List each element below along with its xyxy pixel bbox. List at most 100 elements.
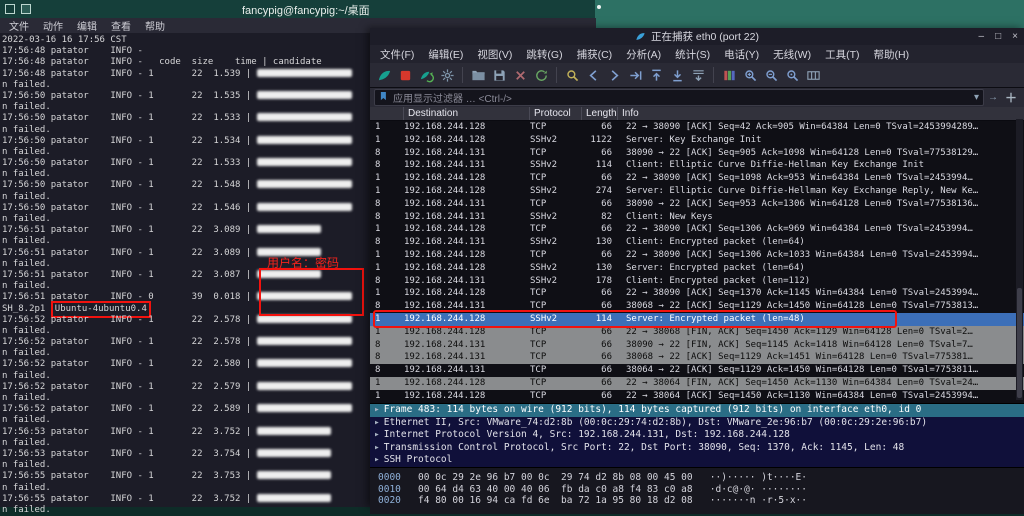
wireshark-toolbar (370, 63, 1024, 88)
detail-line[interactable]: ▸Ethernet II, Src: VMware_74:d2:8b (00:0… (370, 417, 1024, 430)
expand-arrow-icon[interactable]: ▸ (374, 454, 380, 465)
open-file-icon[interactable] (469, 66, 487, 84)
capture-restart-icon[interactable] (417, 66, 435, 84)
terminal-menu-item[interactable]: 帮助 (145, 18, 165, 33)
bookmark-icon[interactable] (379, 90, 389, 105)
packet-list-scrollbar[interactable] (1016, 119, 1023, 400)
packet-row[interactable]: 8192.168.244.131SSHv282Client: New Keys (370, 211, 1024, 224)
detail-line[interactable]: ▸Internet Protocol Version 4, Src: 192.1… (370, 429, 1024, 442)
menu-item[interactable]: 工具(T) (818, 47, 866, 62)
scrollbar-thumb[interactable] (1017, 288, 1022, 398)
menu-item[interactable]: 文件(F) (373, 47, 421, 62)
reload-icon[interactable] (532, 66, 550, 84)
menu-item[interactable]: 统计(S) (668, 47, 717, 62)
packet-row[interactable]: 1192.168.244.128TCP6622 → 38064 [FIN, AC… (370, 377, 1024, 390)
packet-row[interactable]: 1192.168.244.128TCP6622 → 38090 [ACK] Se… (370, 249, 1024, 262)
packet-row[interactable]: 8192.168.244.131TCP6638068 → 22 [ACK] Se… (370, 351, 1024, 364)
go-last-icon[interactable] (668, 66, 686, 84)
display-filter-input[interactable]: 应用显示过滤器 … <Ctrl-/> ▾ (374, 89, 984, 106)
toolbar-separator (462, 67, 463, 83)
expand-arrow-icon[interactable]: ▸ (374, 429, 380, 440)
packet-row[interactable]: 8192.168.244.131SSHv2114Client: Elliptic… (370, 159, 1024, 172)
expand-arrow-icon[interactable]: ▸ (374, 404, 380, 415)
redacted-candidate (257, 136, 352, 144)
menu-item[interactable]: 电话(Y) (717, 47, 766, 62)
packet-row[interactable]: 8192.168.244.131SSHv2178Client: Encrypte… (370, 275, 1024, 288)
redacted-candidate (257, 180, 352, 188)
maximize-button[interactable]: □ (995, 31, 1001, 42)
filter-dropdown-icon[interactable]: ▾ (974, 92, 979, 103)
column-header-Protocol[interactable]: Protocol (530, 107, 582, 120)
packet-row[interactable]: 8192.168.244.131SSHv2130Client: Encrypte… (370, 236, 1024, 249)
filter-add-button[interactable]: ＋ (1002, 89, 1020, 106)
close-button[interactable]: × (1012, 31, 1018, 42)
packet-row[interactable]: 8192.168.244.131TCP6638090 → 22 [ACK] Se… (370, 198, 1024, 211)
wireshark-title-text: 正在捕获 eth0 (port 22) (651, 29, 759, 44)
detail-line[interactable]: ▸Transmission Control Protocol, Src Port… (370, 442, 1024, 455)
packet-row[interactable]: 1192.168.244.128SSHv21122Server: Key Exc… (370, 134, 1024, 147)
go-first-icon[interactable] (647, 66, 665, 84)
terminal-menu-item[interactable]: 动作 (43, 18, 63, 33)
colorize-icon[interactable] (720, 66, 738, 84)
wireshark-window[interactable]: 正在捕获 eth0 (port 22) –□ × 文件(F)编辑(E)视图(V)跳… (370, 28, 1024, 507)
menu-item[interactable]: 分析(A) (619, 47, 668, 62)
detail-line[interactable]: ▸SSH Protocol (370, 454, 1024, 467)
capture-options-icon[interactable] (438, 66, 456, 84)
terminal-menu-item[interactable]: 查看 (111, 18, 131, 33)
wireshark-titlebar[interactable]: 正在捕获 eth0 (port 22) –□ × (370, 28, 1024, 45)
packet-row[interactable]: 1192.168.244.128SSHv2274Server: Elliptic… (370, 185, 1024, 198)
packet-row[interactable]: 1192.168.244.128TCP6622 → 38090 [ACK] Se… (370, 287, 1024, 300)
packet-row[interactable]: 1192.168.244.128TCP6622 → 38090 [ACK] Se… (370, 121, 1024, 134)
resize-columns-icon[interactable] (804, 66, 822, 84)
toolbar-separator (713, 67, 714, 83)
zoom-reset-icon[interactable] (783, 66, 801, 84)
packet-row[interactable]: 1192.168.244.128TCP6622 → 38064 [ACK] Se… (370, 390, 1024, 403)
packet-row[interactable]: 1192.168.244.128TCP6622 → 38090 [ACK] Se… (370, 223, 1024, 236)
column-header-hidden[interactable] (370, 107, 404, 120)
auto-scroll-icon[interactable] (689, 66, 707, 84)
column-header-Destination[interactable]: Destination (404, 107, 530, 120)
menu-item[interactable]: 帮助(H) (867, 47, 917, 62)
zoom-out-icon[interactable] (762, 66, 780, 84)
menu-item[interactable]: 视图(V) (470, 47, 519, 62)
terminal-menu-item[interactable]: 文件 (9, 18, 29, 33)
minimize-button[interactable]: – (979, 31, 985, 42)
column-header-Length[interactable]: Length (582, 107, 618, 120)
wireshark-menubar: 文件(F)编辑(E)视图(V)跳转(G)捕获(C)分析(A)统计(S)电话(Y)… (370, 45, 1024, 63)
redacted-candidate (257, 471, 331, 479)
save-file-icon[interactable] (490, 66, 508, 84)
packet-row[interactable]: 8192.168.244.131TCP6638064 → 22 [ACK] Se… (370, 364, 1024, 377)
menu-item[interactable]: 无线(W) (766, 47, 818, 62)
zoom-in-icon[interactable] (741, 66, 759, 84)
packet-row[interactable]: 1192.168.244.128TCP6622 → 38090 [ACK] Se… (370, 172, 1024, 185)
capture-start-icon[interactable] (375, 66, 393, 84)
menu-item[interactable]: 捕获(C) (570, 47, 620, 62)
close-capture-icon[interactable] (511, 66, 529, 84)
filter-apply-icon[interactable]: → (988, 92, 998, 103)
redacted-candidate (257, 203, 352, 211)
column-header-Info[interactable]: Info (618, 107, 1024, 120)
packet-row[interactable]: 8192.168.244.131TCP6638090 → 22 [FIN, AC… (370, 339, 1024, 352)
redacted-candidate (257, 337, 352, 345)
packet-row[interactable]: 8192.168.244.131TCP6638090 → 22 [ACK] Se… (370, 147, 1024, 160)
redacted-candidate (257, 382, 352, 390)
redacted-candidate (257, 427, 331, 435)
expand-arrow-icon[interactable]: ▸ (374, 442, 380, 453)
go-back-icon[interactable] (584, 66, 602, 84)
terminal-menu-item[interactable]: 编辑 (77, 18, 97, 33)
capture-stop-icon[interactable] (396, 66, 414, 84)
packet-row[interactable]: 1192.168.244.128SSHv2130Server: Encrypte… (370, 262, 1024, 275)
redacted-candidate (257, 449, 331, 457)
menu-item[interactable]: 跳转(G) (519, 47, 569, 62)
go-to-icon[interactable] (626, 66, 644, 84)
packet-list: 1192.168.244.128TCP6622 → 38090 [ACK] Se… (370, 121, 1024, 403)
find-packet-icon[interactable] (563, 66, 581, 84)
expand-arrow-icon[interactable]: ▸ (374, 417, 380, 428)
redacted-candidate (257, 113, 352, 121)
annotation-row-box (373, 310, 897, 328)
workspace-icon[interactable] (5, 4, 15, 14)
menu-item[interactable]: 编辑(E) (421, 47, 470, 62)
detail-line[interactable]: ▸Frame 483: 114 bytes on wire (912 bits)… (370, 404, 1024, 417)
app-menu-icon[interactable] (21, 4, 31, 14)
go-forward-icon[interactable] (605, 66, 623, 84)
